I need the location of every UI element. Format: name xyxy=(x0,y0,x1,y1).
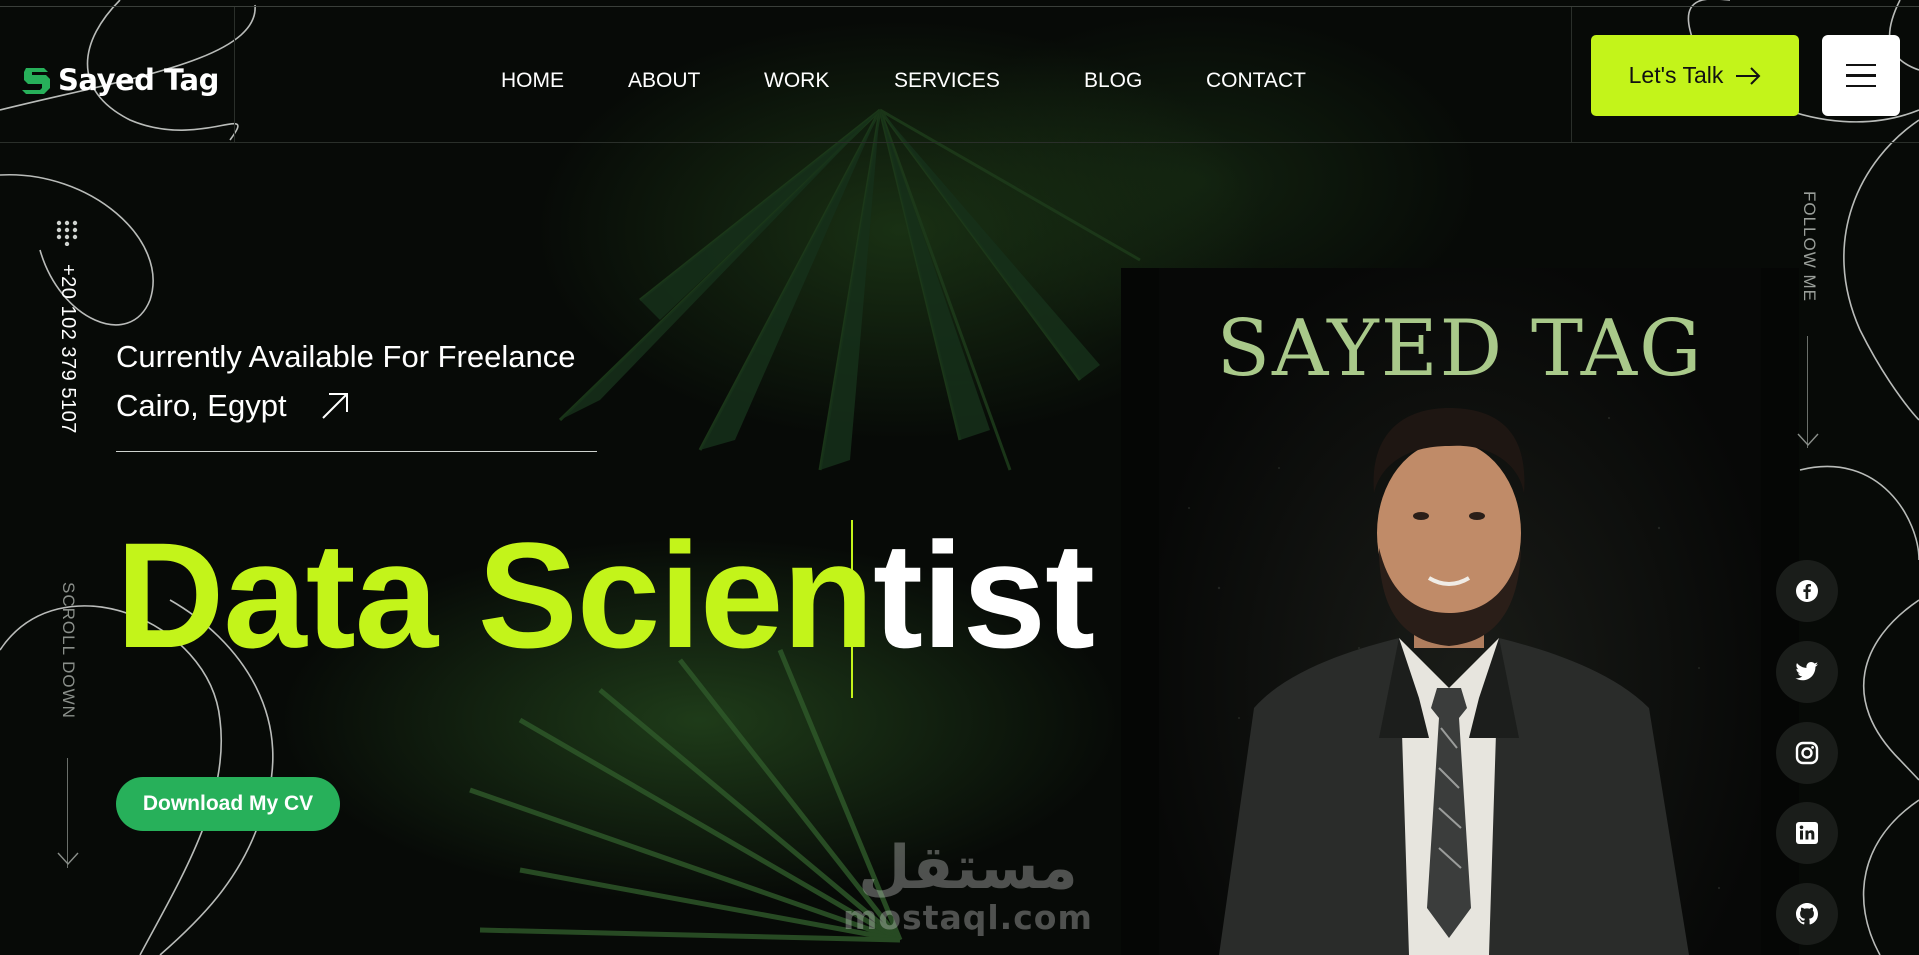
twitter-link[interactable] xyxy=(1776,641,1838,703)
location-text: Cairo, Egypt xyxy=(116,388,287,423)
nav-about[interactable]: ABOUT xyxy=(628,69,700,93)
nav-work[interactable]: WORK xyxy=(764,69,829,93)
location-row: Cairo, Egypt xyxy=(116,388,349,424)
linkedin-icon xyxy=(1796,822,1818,844)
hero-headline: Data Scientist xyxy=(116,520,1095,670)
watermark-latin: mostaql.com xyxy=(843,898,1093,937)
site-header: Sayed Tag HOME ABOUT WORK SERVICES BLOG … xyxy=(0,7,1919,143)
follow-line xyxy=(1807,336,1808,448)
instagram-icon xyxy=(1795,741,1819,765)
arrow-up-right-icon[interactable] xyxy=(321,392,349,420)
nav-home[interactable]: HOME xyxy=(501,69,564,93)
header-divider xyxy=(1571,7,1572,143)
github-icon xyxy=(1796,903,1818,925)
lets-talk-label: Let's Talk xyxy=(1628,62,1724,88)
chevron-down-icon xyxy=(57,852,79,866)
brand-logo[interactable]: Sayed Tag xyxy=(22,62,219,98)
typing-caret xyxy=(851,520,853,698)
hero-divider xyxy=(116,451,597,452)
follow-me-label: FOLLOW ME xyxy=(1800,191,1819,303)
portrait-card: SAYED TAG xyxy=(1121,268,1799,955)
facebook-icon xyxy=(1796,580,1818,602)
hamburger-icon xyxy=(1846,63,1876,67)
logo-mark-icon xyxy=(22,68,50,94)
headline-rest: tist xyxy=(873,511,1095,679)
headline-accent: Data Scien xyxy=(116,511,874,679)
github-link[interactable] xyxy=(1776,883,1838,945)
twitter-icon xyxy=(1795,662,1818,681)
brand-name: Sayed Tag xyxy=(58,63,219,97)
facebook-link[interactable] xyxy=(1776,560,1838,622)
lets-talk-button[interactable]: Let's Talk xyxy=(1591,35,1799,116)
portrait-title: SAYED TAG xyxy=(1216,304,1704,394)
mostaql-watermark: مستقل mostaql.com xyxy=(843,838,1093,937)
scroll-down-label[interactable]: SCROLL DOWN xyxy=(58,582,78,719)
phone-number[interactable]: +20 102 379 5107 xyxy=(56,264,79,434)
download-cv-button[interactable]: Download My CV xyxy=(116,777,340,831)
hamburger-menu-button[interactable] xyxy=(1822,35,1900,116)
linkedin-link[interactable] xyxy=(1776,802,1838,864)
instagram-link[interactable] xyxy=(1776,722,1838,784)
availability-text: Currently Available For Freelance xyxy=(116,339,576,374)
header-divider xyxy=(234,7,235,143)
chevron-down-icon xyxy=(1797,433,1819,447)
nav-services[interactable]: SERVICES xyxy=(894,69,1000,93)
dialpad-icon xyxy=(56,220,78,246)
watermark-arabic: مستقل xyxy=(858,833,1078,903)
nav-blog[interactable]: BLOG xyxy=(1084,69,1142,93)
portrait-image: SAYED TAG xyxy=(1159,268,1761,955)
arrow-right-icon xyxy=(1736,66,1761,85)
nav-contact[interactable]: CONTACT xyxy=(1206,69,1306,93)
